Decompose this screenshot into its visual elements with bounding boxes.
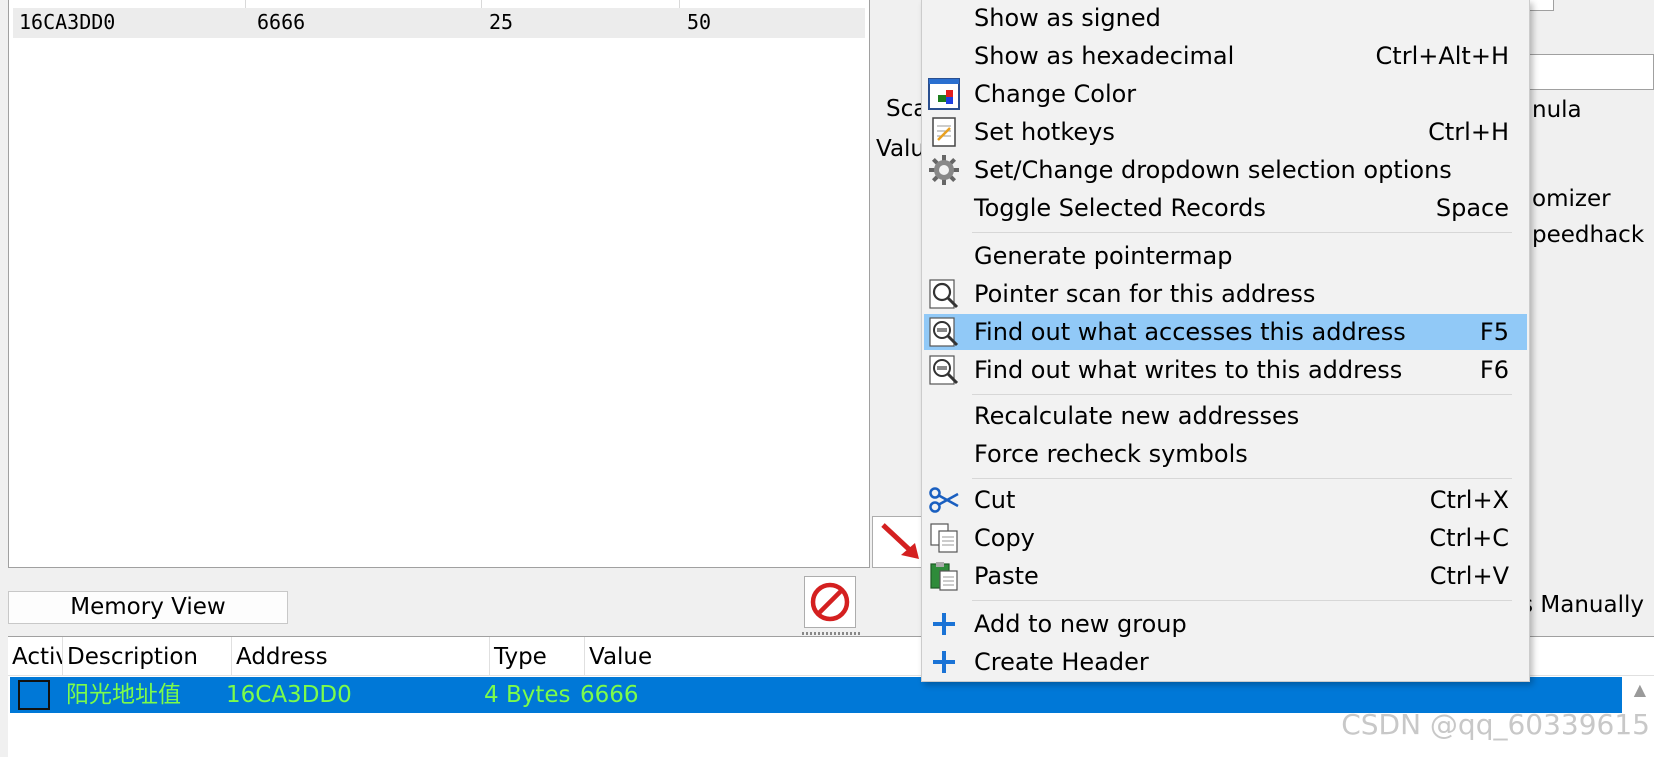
value-type-label-fragment: Valu — [876, 136, 926, 162]
randomizer-label-fragment: omizer — [1532, 186, 1611, 212]
menu-item-pointer-scan[interactable]: Pointer scan for this address — [924, 276, 1527, 312]
menu-item-generate-pointermap[interactable]: Generate pointermap — [924, 238, 1527, 274]
notepad-icon — [932, 117, 956, 147]
found-address: 16CA3DD0 — [19, 10, 116, 34]
add-address-manually-button[interactable]: s Manually — [1521, 592, 1644, 618]
plus-icon — [933, 651, 955, 673]
magnifier-icon — [929, 279, 959, 309]
menu-item-change-color[interactable]: Change Color — [924, 76, 1527, 112]
menu-item-cut[interactable]: Cut Ctrl+X — [924, 482, 1527, 518]
menu-item-paste[interactable]: Paste Ctrl+V — [924, 558, 1527, 594]
menu-item-toggle-selected-records[interactable]: Toggle Selected Records Space — [924, 190, 1527, 226]
menu-separator — [972, 232, 1512, 233]
found-first-value: 50 — [687, 10, 712, 34]
menu-item-copy[interactable]: Copy Ctrl+C — [924, 520, 1527, 556]
menu-separator — [972, 394, 1512, 395]
copy-icon — [930, 523, 958, 553]
asm-magnifier-icon — [929, 355, 959, 385]
no-entry-icon — [810, 582, 850, 622]
column-header-address[interactable]: Address — [232, 637, 490, 675]
row-type: 4 Bytes — [484, 682, 571, 708]
red-arrow-icon — [881, 523, 919, 559]
found-previous-value: 25 — [489, 10, 514, 34]
row-address: 16CA3DD0 — [226, 682, 352, 708]
column-header-description[interactable]: Description — [63, 637, 232, 675]
formula-label-fragment: nula — [1532, 97, 1582, 123]
speedhack-label-fragment: peedhack — [1532, 222, 1645, 248]
menu-item-dropdown-options[interactable]: Set/Change dropdown selection options — [924, 152, 1527, 188]
scissors-icon — [929, 487, 959, 513]
menu-item-create-header[interactable]: Create Header — [924, 644, 1527, 680]
palette-icon — [928, 78, 960, 110]
active-checkbox[interactable] — [18, 680, 50, 710]
column-header-type[interactable]: Type — [490, 637, 585, 675]
column-separator — [245, 0, 246, 8]
asm-magnifier-icon — [929, 317, 959, 347]
menu-separator — [972, 478, 1512, 479]
paste-icon — [930, 562, 958, 591]
menu-item-add-to-new-group[interactable]: Add to new group — [924, 606, 1527, 642]
clear-list-button[interactable] — [804, 576, 856, 628]
column-header-active[interactable]: Activ — [8, 637, 63, 675]
column-separator — [481, 0, 482, 8]
context-menu: Show as signed Show as hexadecimal Ctrl+… — [921, 0, 1530, 682]
gear-icon — [929, 155, 959, 185]
found-address-list[interactable]: 16CA3DD0 6666 25 50 — [8, 0, 870, 568]
scroll-up-arrow-icon[interactable]: ▲ — [1634, 680, 1646, 699]
found-value: 6666 — [257, 10, 306, 34]
row-value: 6666 — [580, 682, 639, 708]
add-to-list-button[interactable] — [872, 516, 928, 568]
menu-item-force-recheck-symbols[interactable]: Force recheck symbols — [924, 436, 1527, 472]
watermark: CSDN @qq_60339615 — [1341, 708, 1650, 741]
memory-view-button[interactable]: Memory View — [8, 591, 288, 624]
column-separator — [679, 0, 680, 8]
menu-item-show-as-hexadecimal[interactable]: Show as hexadecimal Ctrl+Alt+H — [924, 38, 1527, 74]
row-description: 阳光地址值 — [66, 682, 181, 708]
menu-item-find-what-writes[interactable]: Find out what writes to this address F6 — [924, 352, 1527, 388]
found-address-row[interactable]: 16CA3DD0 6666 25 50 — [13, 8, 865, 38]
splitter-handle[interactable] — [802, 632, 860, 635]
menu-item-set-hotkeys[interactable]: Set hotkeys Ctrl+H — [924, 114, 1527, 150]
menu-item-find-what-accesses[interactable]: Find out what accesses this address F5 — [924, 314, 1527, 350]
menu-item-show-as-signed[interactable]: Show as signed — [924, 0, 1527, 36]
menu-separator — [972, 600, 1512, 601]
plus-icon — [933, 613, 955, 635]
menu-item-recalculate-addresses[interactable]: Recalculate new addresses — [924, 398, 1527, 434]
